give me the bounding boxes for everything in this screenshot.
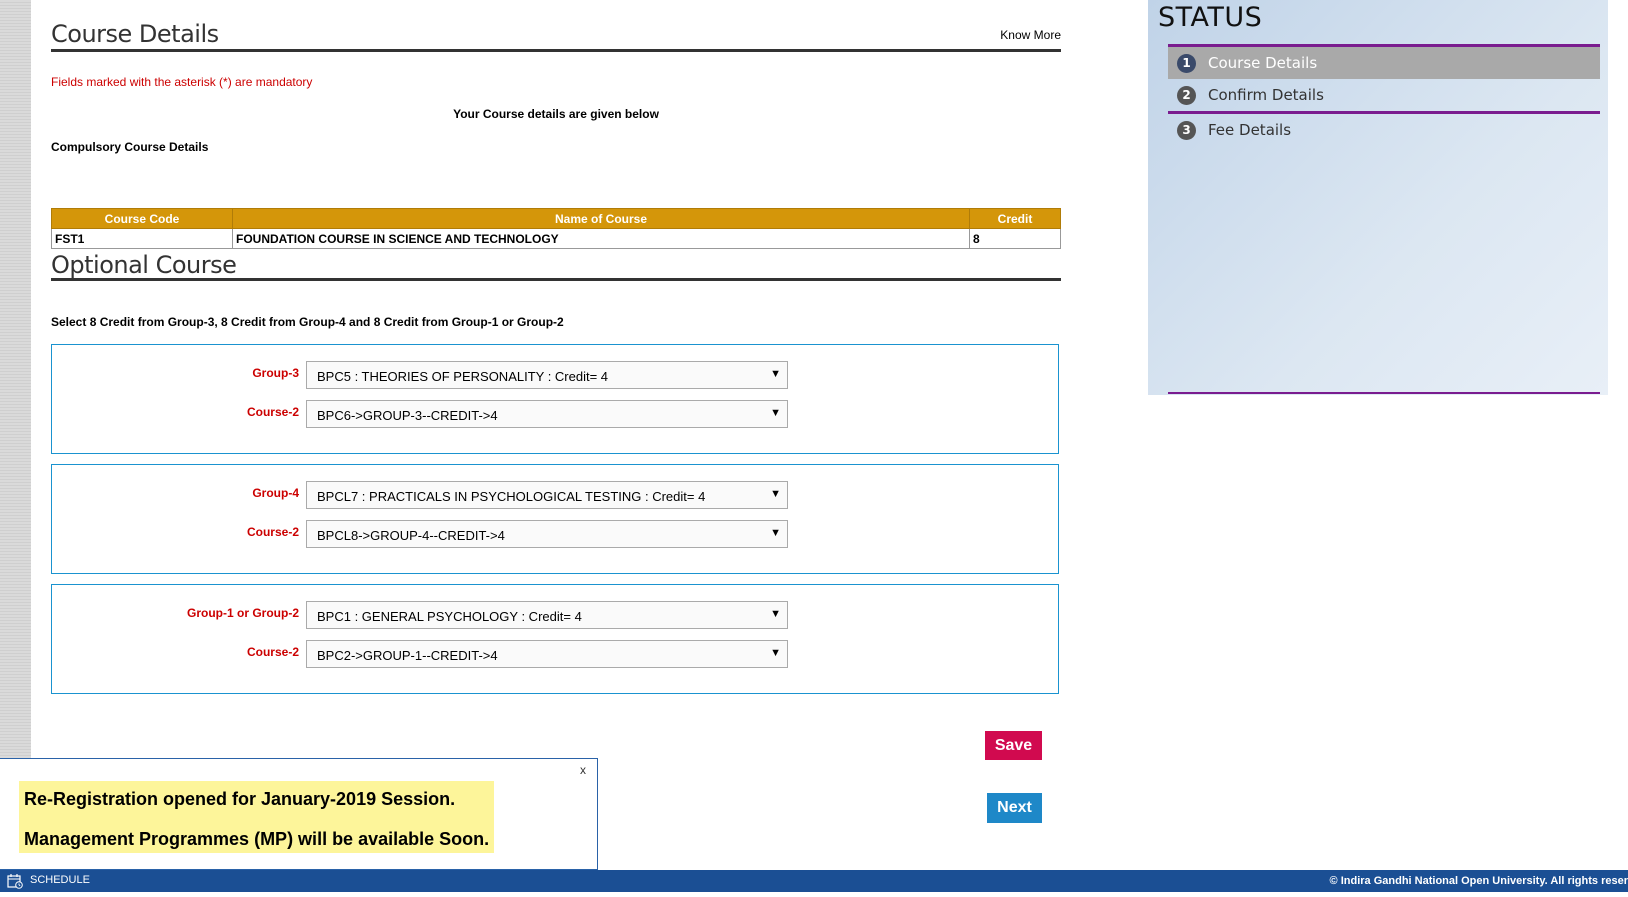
cell-course-name: FOUNDATION COURSE IN SCIENCE AND TECHNOL… [232, 228, 970, 249]
main-content: Course Details Know More Fields marked w… [51, 0, 1061, 870]
title-divider [51, 49, 1061, 52]
dropdown-arrow-icon: ▼ [770, 488, 781, 500]
course-2-label: Course-2 [246, 525, 299, 539]
cell-course-code: FST1 [51, 228, 233, 249]
group-4-course-2-select[interactable]: BPCL8->GROUP-4--CREDIT->4 ▼ [306, 520, 788, 548]
group-label: Group-1 or Group-2 [187, 606, 299, 620]
header-course-code: Course Code [51, 208, 233, 229]
notice-message: Re-Registration opened for January-2019 … [19, 781, 494, 853]
group-label: Group-4 [252, 486, 299, 500]
group-3-select[interactable]: BPC5 : THEORIES OF PERSONALITY : Credit=… [306, 361, 788, 389]
course-2-label: Course-2 [246, 645, 299, 659]
group-1-course-2-select[interactable]: BPC2->GROUP-1--CREDIT->4 ▼ [306, 640, 788, 668]
notice-line-2: Management Programmes (MP) will be avail… [24, 829, 490, 849]
cell-credit: 8 [969, 228, 1061, 249]
dropdown-arrow-icon: ▼ [770, 647, 781, 659]
dropdown-arrow-icon: ▼ [770, 608, 781, 620]
group-box-1: Group-3 BPC5 : THEORIES OF PERSONALITY :… [51, 344, 1059, 454]
status-panel: STATUS 1 Course Details 2 Confirm Detail… [1148, 0, 1608, 395]
know-more-link[interactable]: Know More [1000, 28, 1061, 42]
select-value: BPCL8->GROUP-4--CREDIT->4 [317, 528, 505, 543]
select-value: BPC1 : GENERAL PSYCHOLOGY : Credit= 4 [317, 609, 582, 624]
header-name-of-course: Name of Course [232, 208, 970, 229]
select-value: BPC6->GROUP-3--CREDIT->4 [317, 408, 498, 423]
dropdown-arrow-icon: ▼ [770, 368, 781, 380]
next-button[interactable]: Next [987, 793, 1042, 823]
group-box-3: Group-1 or Group-2 BPC1 : GENERAL PSYCHO… [51, 584, 1059, 694]
select-value: BPCL7 : PRACTICALS IN PSYCHOLOGICAL TEST… [317, 489, 706, 504]
dropdown-arrow-icon: ▼ [770, 407, 781, 419]
calendar-icon[interactable] [7, 873, 23, 889]
schedule-link[interactable]: SCHEDULE [30, 874, 90, 886]
optional-divider [51, 278, 1061, 281]
left-border-strip [0, 0, 31, 870]
group-4-select[interactable]: BPCL7 : PRACTICALS IN PSYCHOLOGICAL TEST… [306, 481, 788, 509]
select-value: BPC2->GROUP-1--CREDIT->4 [317, 648, 498, 663]
group-1-or-2-select[interactable]: BPC1 : GENERAL PSYCHOLOGY : Credit= 4 ▼ [306, 601, 788, 629]
header-credit: Credit [969, 208, 1061, 229]
step-number-badge: 2 [1177, 86, 1196, 105]
notice-popup: x Re-Registration opened for January-201… [0, 758, 598, 870]
group-box-2: Group-4 BPCL7 : PRACTICALS IN PSYCHOLOGI… [51, 464, 1059, 574]
copyright-text: © Indira Gandhi National Open University… [1329, 875, 1628, 887]
course-details-title: Course Details [51, 20, 219, 48]
step-label: Fee Details [1208, 121, 1292, 139]
step-number-badge: 1 [1177, 54, 1196, 73]
compulsory-course-label: Compulsory Course Details [51, 140, 209, 154]
course-2-label: Course-2 [246, 405, 299, 419]
selection-instruction: Select 8 Credit from Group-3, 8 Credit f… [51, 315, 564, 329]
close-icon[interactable]: x [580, 763, 586, 777]
status-bottom-rule [1168, 392, 1600, 394]
compulsory-course-table: Course Code Name of Course Credit FST1 F… [51, 208, 1061, 249]
given-below-text: Your Course details are given below [453, 107, 659, 121]
status-step-course-details[interactable]: 1 Course Details [1168, 44, 1600, 79]
optional-course-title: Optional Course [51, 251, 237, 279]
notice-line-1: Re-Registration opened for January-2019 … [24, 789, 456, 809]
group-label: Group-3 [252, 366, 299, 380]
status-step-fee-details[interactable]: 3 Fee Details [1168, 111, 1600, 146]
save-button[interactable]: Save [985, 731, 1042, 760]
step-number-badge: 3 [1177, 121, 1196, 140]
dropdown-arrow-icon: ▼ [770, 527, 781, 539]
select-value: BPC5 : THEORIES OF PERSONALITY : Credit=… [317, 369, 609, 384]
step-label: Course Details [1208, 54, 1318, 72]
footer-bar: SCHEDULE © Indira Gandhi National Open U… [0, 870, 1628, 892]
mandatory-note: Fields marked with the asterisk (*) are … [51, 75, 313, 89]
table-row: FST1 FOUNDATION COURSE IN SCIENCE AND TE… [51, 228, 1061, 249]
step-label: Confirm Details [1208, 86, 1324, 104]
status-step-confirm-details[interactable]: 2 Confirm Details [1168, 79, 1600, 111]
status-title: STATUS [1158, 2, 1263, 33]
table-header-row: Course Code Name of Course Credit [51, 208, 1061, 229]
group-3-course-2-select[interactable]: BPC6->GROUP-3--CREDIT->4 ▼ [306, 400, 788, 428]
